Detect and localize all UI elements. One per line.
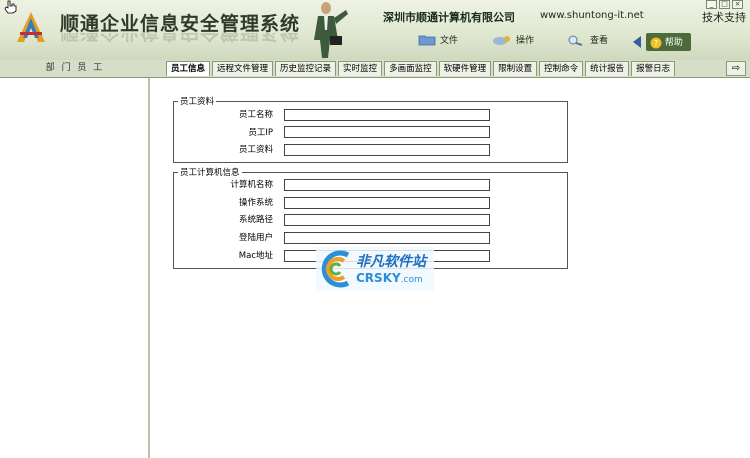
login-user-field[interactable]: [284, 232, 490, 244]
menu-help-label: 帮助: [664, 38, 683, 48]
support-link[interactable]: 技术支持: [702, 9, 746, 25]
watermark-en-brand: CRSKY: [356, 271, 401, 285]
minimize-button[interactable]: _: [706, 0, 717, 9]
tab-realtime-monitor[interactable]: 实时监控: [338, 61, 383, 76]
close-button[interactable]: ×: [732, 0, 743, 9]
watermark-swirl-icon: [321, 250, 350, 288]
menu-operate[interactable]: 操作: [492, 33, 534, 46]
tab-scroll-right-button[interactable]: ⇨: [726, 61, 746, 76]
menu-file[interactable]: 文件: [418, 33, 458, 46]
login-user-label: 登陆用户: [238, 233, 273, 243]
department-tree-panel[interactable]: [0, 78, 150, 458]
menu-operate-label: 操作: [516, 36, 535, 46]
watermark: 非凡软件站 CRSKY.com: [316, 247, 434, 291]
employee-profile-field[interactable]: [284, 144, 490, 156]
menu-view[interactable]: 查看: [566, 33, 608, 46]
employee-ip-label: 员工IP: [248, 128, 273, 138]
os-field[interactable]: [284, 197, 490, 209]
menu-file-label: 文件: [440, 36, 459, 46]
tab-control-commands[interactable]: 控制命令: [539, 61, 584, 76]
hand-cursor-icon: [4, 0, 17, 14]
computer-name-field[interactable]: [284, 179, 490, 191]
watermark-en: CRSKY.com: [356, 271, 423, 285]
tab-multi-screen[interactable]: 多画面监控: [384, 61, 437, 76]
watermark-cn: 非凡软件站: [356, 254, 426, 270]
svg-text:?: ?: [654, 39, 658, 48]
tab-alarm-log[interactable]: 报警日志: [631, 61, 676, 76]
menu-help[interactable]: ? 帮助: [632, 33, 691, 51]
system-path-label: 系统路径: [238, 215, 273, 225]
os-label: 操作系统: [238, 198, 273, 208]
employee-info-legend: 员工资料: [178, 95, 217, 107]
help-icon: ?: [650, 37, 662, 48]
maximize-button[interactable]: □: [719, 0, 730, 9]
app-logo-icon: [17, 12, 45, 42]
website-link[interactable]: www.shuntong-it.net: [540, 10, 644, 21]
window-controls: _ □ ×: [706, 0, 743, 10]
employee-ip-field[interactable]: [284, 126, 490, 138]
employee-name-field[interactable]: [284, 109, 490, 121]
watermark-en-suffix: .com: [400, 275, 423, 285]
computer-name-label: 计算机名称: [230, 180, 273, 190]
menu-help-box: ? 帮助: [646, 33, 691, 51]
tab-history-monitor[interactable]: 历史监控记录: [275, 61, 337, 76]
arrow-left-icon: [633, 35, 641, 48]
tab-employee-info[interactable]: 员工信息: [166, 61, 211, 76]
folder-icon: [418, 35, 436, 45]
employee-name-label: 员工名称: [238, 110, 273, 120]
app-title: 顺通企业信息安全管理系统: [60, 13, 301, 35]
tab-restrictions[interactable]: 限制设置: [493, 61, 538, 76]
department-panel-title: 部 门 员 工: [45, 63, 105, 73]
tab-remote-file[interactable]: 远程文件管理: [212, 61, 274, 76]
tab-hw-sw-manage[interactable]: 软硬件管理: [438, 61, 492, 76]
employee-profile-label: 员工资料: [238, 145, 273, 155]
operate-icon: [493, 35, 510, 45]
header-banner: 顺通企业信息安全管理系统 顺通企业信息安全管理系统 深圳市顺通计算机有限公司 w…: [0, 0, 750, 60]
app-title-reflection: 顺通企业信息安全管理系统: [60, 33, 300, 47]
magnifier-icon: [568, 35, 583, 46]
menu-view-label: 查看: [590, 36, 609, 46]
tab-statistics[interactable]: 统计报告: [585, 61, 630, 76]
system-path-field[interactable]: [284, 214, 490, 226]
mac-address-label: Mac地址: [238, 251, 273, 261]
tabs: 员工信息 远程文件管理 历史监控记录 实时监控 多画面监控 软硬件管理 限制设置…: [166, 61, 677, 76]
businessman-graphic-icon: [314, 2, 348, 58]
company-name: 深圳市顺通计算机有限公司: [383, 11, 515, 24]
computer-info-legend: 员工计算机信息: [178, 166, 242, 178]
